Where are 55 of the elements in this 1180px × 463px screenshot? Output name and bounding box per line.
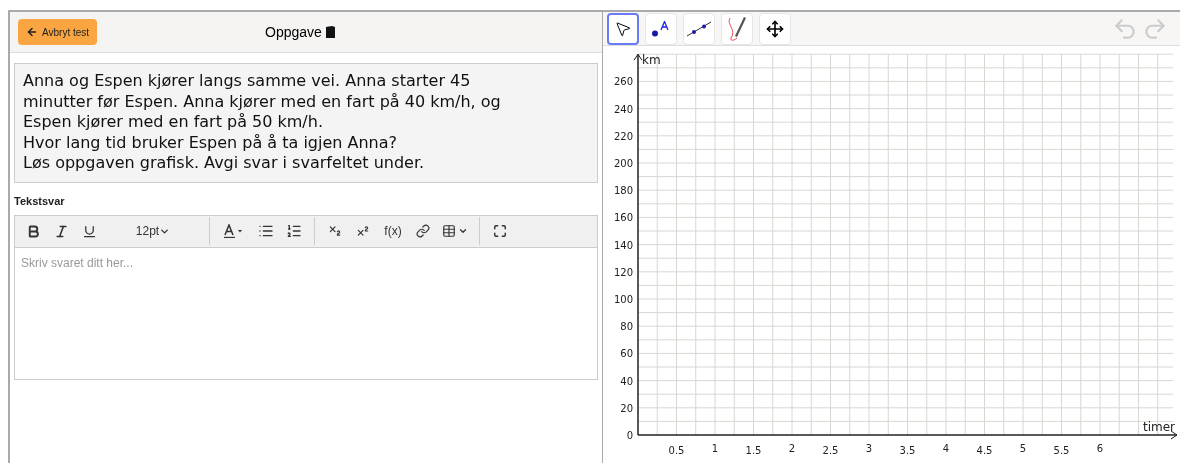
y-tick-label: 20 <box>620 402 633 414</box>
x-tick-label: 4 <box>942 443 950 454</box>
problem-text: Hvor lang tid bruker Espen på å ta igjen Anna? <box>23 132 399 153</box>
x-tick-label: 4.5 <box>976 445 993 456</box>
y-tick-label: 160 <box>613 212 633 224</box>
move-icon <box>766 19 784 38</box>
y-tick-label: 240 <box>613 103 633 115</box>
y-tick-label: 0 <box>626 430 633 441</box>
bullet-list-icon <box>258 223 274 239</box>
x-tick-label: 2 <box>788 443 796 454</box>
problem-text: Løs oppgaven grafisk. Avgi svar i svarfeltet under. <box>23 153 426 174</box>
x-tick-label: 1 <box>711 443 719 454</box>
fullscreen-icon <box>493 224 507 238</box>
x-tick-label: 3 <box>865 443 873 454</box>
x-tick-label: 0.5 <box>668 445 685 456</box>
font-size-dropdown[interactable]: 12pt <box>103 217 203 245</box>
caret-icon <box>458 226 468 236</box>
y-tick-label: 260 <box>613 76 633 88</box>
arrow-left-icon <box>26 26 38 38</box>
numbered-list-icon <box>286 223 302 239</box>
x-tick-label: 1.5 <box>745 445 762 456</box>
tool-button[interactable] <box>607 12 639 45</box>
table-icon <box>442 224 456 238</box>
y-axis-label: km <box>642 53 661 68</box>
x-tick-label: 3.5 <box>899 445 916 456</box>
x-axis-label: timer <box>1142 420 1175 434</box>
x-tick-label: 5 <box>1019 443 1027 454</box>
document-icon <box>325 26 335 38</box>
y-tick-label: 60 <box>620 348 633 360</box>
page-title: Oppgave <box>265 22 322 42</box>
line-icon <box>686 19 712 38</box>
y-tick-label: 40 <box>620 375 633 387</box>
x-tick-label: 5.5 <box>1053 445 1070 456</box>
y-tick-label: 80 <box>620 321 633 333</box>
text-color-icon <box>224 224 244 238</box>
x-tick-label: 6 <box>1096 443 1104 454</box>
link-icon <box>416 224 430 238</box>
formula-button[interactable]: f(x) <box>377 217 409 245</box>
y-tick-label: 200 <box>613 158 633 169</box>
y-tick-label: 180 <box>613 185 633 197</box>
back-button[interactable]: Avbryt test <box>18 19 98 45</box>
y-tick-label: 220 <box>613 130 633 142</box>
underline-icon <box>81 223 97 239</box>
pointer-icon <box>614 19 632 38</box>
y-tick-label: 100 <box>613 294 633 305</box>
y-tick-label: 140 <box>613 239 633 251</box>
x-tick-label: 2.5 <box>822 445 839 456</box>
subscript-icon <box>328 224 342 238</box>
answer-field[interactable]: Skriv svaret ditt her... <box>14 247 598 380</box>
italic-icon <box>53 223 69 239</box>
superscript-icon <box>356 224 370 238</box>
y-tick-label: 120 <box>613 266 633 278</box>
point-icon <box>652 20 670 37</box>
problem-text: Anna og Espen kjører langs samme vei. Anna starter 45 minutter før Espen. Anna kjører med en fart på 40 km/h, og Espen kjører med en fart på 50 km/h. <box>23 71 502 133</box>
answer-label: Tekstsvar <box>14 194 66 209</box>
